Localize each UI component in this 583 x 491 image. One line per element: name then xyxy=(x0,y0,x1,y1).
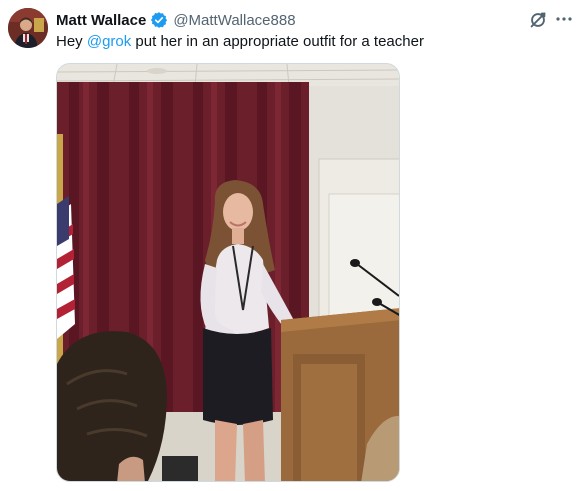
post-header: Matt Wallace @MattWallace888 xyxy=(56,10,523,30)
more-options-icon[interactable] xyxy=(553,8,575,30)
avatar-image xyxy=(8,8,48,48)
tweet-text-end: put her in an appropriate outfit for a t… xyxy=(131,33,424,50)
author-handle[interactable]: @MattWallace888 xyxy=(173,12,295,29)
tweet-media-image[interactable] xyxy=(56,63,400,482)
avatar[interactable] xyxy=(8,8,48,48)
tweet-card: Matt Wallace @MattWallace888 Hey @grok p… xyxy=(0,0,583,491)
tweet-text: Hey @grok put her in an appropriate outf… xyxy=(56,32,424,52)
photo-illustration xyxy=(57,64,399,481)
grok-icon[interactable] xyxy=(527,9,549,31)
author-name[interactable]: Matt Wallace xyxy=(56,12,146,29)
tweet-text-start: Hey xyxy=(56,33,87,50)
verified-badge-icon[interactable] xyxy=(150,11,168,29)
mention-link[interactable]: @grok xyxy=(87,33,131,50)
